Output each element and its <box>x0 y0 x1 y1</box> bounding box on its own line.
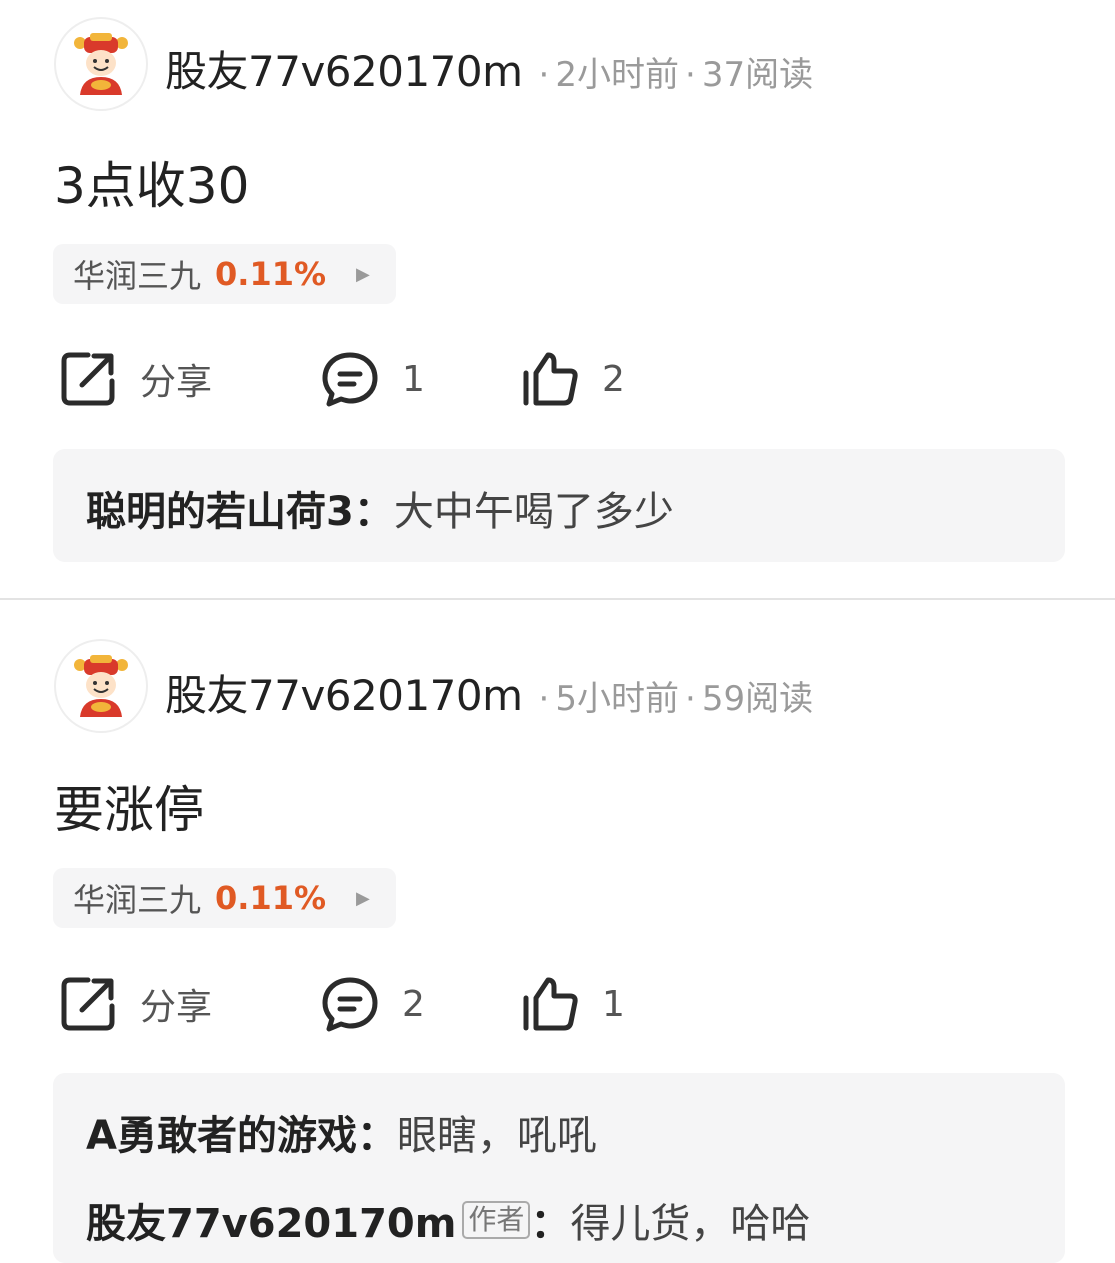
post-reads: 37阅读 <box>701 55 814 95</box>
like-button[interactable]: 2 <box>520 347 625 411</box>
stock-chip[interactable]: 华润三九 0.11% ▶ <box>53 868 396 928</box>
comment-item[interactable]: A勇敢者的游戏： 眼瞎，吼吼 <box>86 1103 597 1161</box>
share-icon <box>61 977 115 1031</box>
fortune-god-avatar-icon <box>74 33 128 95</box>
post-card[interactable]: 股友77v620170m · 2小时前 · 37阅读 3点收30 华润三九 0.11%… <box>0 0 1115 598</box>
share-icon <box>61 352 115 406</box>
post-reads: 59阅读 <box>701 679 814 719</box>
comment-count: 2 <box>402 983 425 1025</box>
comment-button[interactable]: 2 <box>320 972 425 1036</box>
comment-item[interactable]: 股友77v620170m 作者 ： 得儿货，哈哈 <box>86 1191 810 1249</box>
play-arrow-icon: ▶ <box>356 263 370 285</box>
share-button[interactable]: 分享 <box>58 972 212 1036</box>
action-bar: 分享 1 2 <box>58 347 678 411</box>
commenter-name[interactable]: 股友77v620170m <box>86 1191 456 1249</box>
post-time: 5小时前 <box>555 679 679 719</box>
post-meta: · 5小时前 · 59阅读 <box>538 679 814 719</box>
post-time: 2小时前 <box>555 55 679 95</box>
action-bar: 分享 2 1 <box>58 972 678 1036</box>
fortune-god-avatar-icon <box>74 655 128 717</box>
user-avatar[interactable] <box>54 639 148 733</box>
username[interactable]: 股友77v620170m <box>165 38 523 99</box>
comment-text: 大中午喝了多少 <box>393 489 674 535</box>
post-meta: · 2小时前 · 37阅读 <box>538 55 814 95</box>
like-count: 1 <box>602 983 625 1025</box>
stock-name: 华润三九 <box>73 257 202 295</box>
comment-icon <box>322 977 378 1032</box>
stock-change: 0.11% <box>215 255 327 293</box>
comment-icon <box>322 352 378 407</box>
post-card[interactable]: 股友77v620170m · 5小时前 · 59阅读 要涨停 华润三九 0.11% ▶… <box>0 600 1115 1263</box>
post-content[interactable]: 要涨停 <box>54 770 204 842</box>
user-avatar[interactable] <box>54 17 148 111</box>
share-label: 分享 <box>140 987 213 1028</box>
comment-count: 1 <box>402 358 425 400</box>
like-count: 2 <box>602 358 625 400</box>
comment-text: 得儿货，哈哈 <box>570 1201 811 1247</box>
comment-button[interactable]: 1 <box>320 347 425 411</box>
post-header: 股友77v620170m · 5小时前 · 59阅读 <box>165 662 813 723</box>
comment-item[interactable]: 聪明的若山荷3： 大中午喝了多少 <box>86 479 674 537</box>
thumbs-up-icon <box>523 977 578 1031</box>
share-label: 分享 <box>140 362 213 403</box>
post-header: 股友77v620170m · 2小时前 · 37阅读 <box>165 38 813 99</box>
stock-chip[interactable]: 华润三九 0.11% ▶ <box>53 244 396 304</box>
stock-name: 华润三九 <box>73 881 202 919</box>
comment-preview-box[interactable]: A勇敢者的游戏： 眼瞎，吼吼 股友77v620170m 作者 ： 得儿货，哈哈 <box>53 1073 1065 1263</box>
play-arrow-icon: ▶ <box>356 887 370 909</box>
commenter-name[interactable]: A勇敢者的游戏： <box>86 1103 397 1161</box>
like-button[interactable]: 1 <box>520 972 625 1036</box>
comment-preview-box[interactable]: 聪明的若山荷3： 大中午喝了多少 <box>53 449 1065 562</box>
post-content[interactable]: 3点收30 <box>54 146 249 218</box>
commenter-name[interactable]: 聪明的若山荷3： <box>86 479 394 537</box>
comment-separator: ： <box>530 1201 571 1247</box>
comment-text: 眼瞎，吼吼 <box>396 1113 597 1159</box>
share-button[interactable]: 分享 <box>58 347 212 411</box>
author-badge: 作者 <box>462 1201 531 1239</box>
thumbs-up-icon <box>523 352 578 406</box>
username[interactable]: 股友77v620170m <box>165 662 523 723</box>
stock-change: 0.11% <box>215 879 327 917</box>
